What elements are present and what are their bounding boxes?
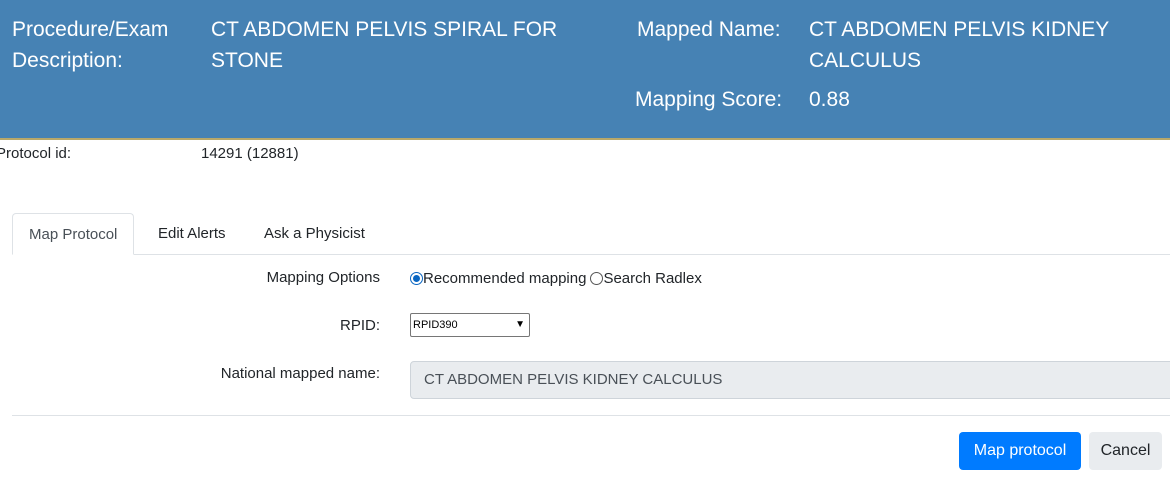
procedure-value: CT ABDOMEN PELVIS SPIRAL FOR STONE <box>211 14 557 76</box>
protocol-id-label: Protocol id: <box>0 145 72 162</box>
rpid-select[interactable]: RPID390 ▼ <box>410 313 530 337</box>
protocol-id-value: 14291 (12881) <box>201 145 299 162</box>
tab-edit-alerts[interactable]: Edit Alerts <box>142 213 242 254</box>
recommended-mapping-radio[interactable] <box>410 271 423 285</box>
tab-map-protocol[interactable]: Map Protocol <box>12 213 135 255</box>
mapping-score-label: Mapping Score: <box>635 88 783 111</box>
procedure-label: Procedure/Exam Description: <box>12 14 168 76</box>
procedure-value-line1: CT ABDOMEN PELVIS SPIRAL FOR <box>211 18 558 41</box>
rpid-selected-value: RPID390 <box>413 319 458 331</box>
form-divider <box>12 415 1170 416</box>
mapping-header: Procedure/Exam Description: CT ABDOMEN P… <box>0 0 1170 140</box>
procedure-value-line2: STONE <box>211 49 283 72</box>
mapped-name-label: Mapped Name: <box>637 18 781 41</box>
mapping-score-value: 0.88 <box>809 88 850 111</box>
tab-bar: Map Protocol Edit Alerts Ask a Physicist <box>12 213 1170 255</box>
tab-ask-a-physicist[interactable]: Ask a Physicist <box>248 213 381 254</box>
procedure-label-line1: Procedure/Exam <box>12 18 169 41</box>
mapped-name-value: CT ABDOMEN PELVIS KIDNEY CALCULUS <box>809 14 1109 76</box>
map-protocol-button[interactable]: Map protocol <box>959 432 1081 470</box>
cancel-button[interactable]: Cancel <box>1089 432 1162 470</box>
recommended-mapping-label[interactable]: Recommended mapping <box>423 270 586 287</box>
mapping-options-label: Mapping Options <box>266 269 380 286</box>
national-mapped-name-field[interactable]: CT ABDOMEN PELVIS KIDNEY CALCULUS <box>410 361 1170 399</box>
mapped-name-line1: CT ABDOMEN PELVIS KIDNEY <box>809 18 1110 41</box>
national-mapped-name-label: National mapped name: <box>220 365 380 382</box>
search-radlex-label[interactable]: Search Radlex <box>603 270 701 287</box>
mapping-options-radio-group: Recommended mapping Search Radlex <box>410 269 702 287</box>
rpid-label: RPID: <box>339 317 380 334</box>
chevron-down-icon: ▼ <box>515 319 525 330</box>
mapped-name-line2: CALCULUS <box>809 49 922 72</box>
search-radlex-radio[interactable] <box>590 271 604 285</box>
procedure-label-line2: Description: <box>12 49 123 72</box>
